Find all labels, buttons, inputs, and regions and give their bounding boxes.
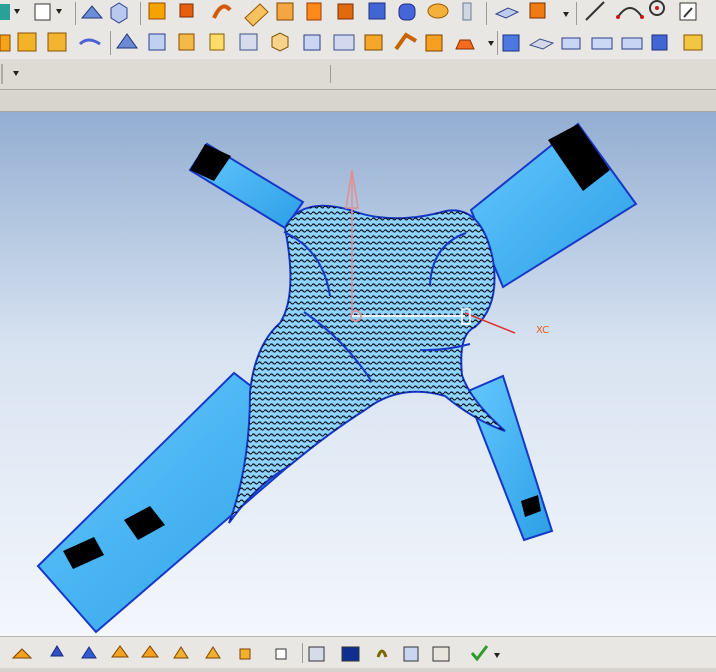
shade-icon[interactable] <box>80 5 104 19</box>
stack-icon[interactable] <box>502 34 520 52</box>
split-face-icon[interactable] <box>455 39 494 50</box>
view-cube-icon[interactable] <box>110 2 128 24</box>
fill-icon[interactable] <box>276 2 294 21</box>
unite-icon[interactable] <box>591 37 613 50</box>
top-toolbar-row-2 <box>0 27 716 60</box>
plate-icon[interactable] <box>494 7 520 19</box>
pattern-face-icon[interactable] <box>651 34 668 51</box>
blend-icon[interactable] <box>0 34 11 52</box>
toolbar-icons-bottom <box>11 643 500 663</box>
move-face-icon[interactable] <box>621 37 643 50</box>
surface-icon[interactable] <box>47 32 67 52</box>
dropdown-icon[interactable] <box>494 653 500 658</box>
offset-region-icon[interactable] <box>683 34 703 51</box>
section-icon[interactable] <box>178 33 195 51</box>
selection-bar-contents <box>1 64 331 84</box>
face-icon[interactable] <box>17 32 37 52</box>
graphics-viewport[interactable]: XC <box>0 112 716 636</box>
sketch-icon[interactable] <box>679 2 697 21</box>
assembly-icon[interactable] <box>239 648 251 660</box>
thicken-icon[interactable] <box>333 34 355 51</box>
view-icon[interactable] <box>376 649 388 658</box>
boundary-icon[interactable] <box>116 33 138 49</box>
pattern-feature-icon[interactable] <box>111 645 129 658</box>
pattern-icon[interactable] <box>529 2 569 19</box>
move-icon[interactable] <box>205 646 221 659</box>
selection-bar <box>0 59 716 90</box>
info-icon[interactable] <box>432 646 450 662</box>
lens-icon[interactable] <box>427 3 449 19</box>
toolbar-icons-row-2 <box>0 31 703 55</box>
boolean-icon[interactable] <box>173 646 189 659</box>
constraint-icon[interactable] <box>275 648 287 660</box>
add-point-icon[interactable] <box>11 648 33 659</box>
spring-icon[interactable] <box>462 2 472 21</box>
transform-icon[interactable] <box>81 646 97 659</box>
sweep-icon[interactable] <box>212 4 232 19</box>
navigator-gap <box>0 90 716 112</box>
top-toolbar-row-1 <box>0 0 716 28</box>
cuboid-icon[interactable] <box>561 37 581 50</box>
check-icon[interactable] <box>470 645 489 662</box>
link-icon[interactable] <box>403 646 419 662</box>
central-hub[interactable] <box>228 204 506 524</box>
extrude-icon[interactable] <box>179 3 194 18</box>
line-icon[interactable] <box>585 1 605 21</box>
offset-icon[interactable] <box>306 2 322 21</box>
mesh-icon[interactable] <box>244 3 269 27</box>
xc-axis-label: XC <box>536 325 549 336</box>
trim-icon[interactable] <box>148 33 166 51</box>
flange-icon[interactable] <box>364 34 383 51</box>
model-surface-scene[interactable]: XC <box>0 112 716 636</box>
circle-icon[interactable] <box>649 0 665 16</box>
chain-icon[interactable] <box>341 646 360 662</box>
upper-right-arm[interactable] <box>469 122 638 289</box>
point-icon[interactable] <box>0 4 20 20</box>
filter-dropdown-icon[interactable] <box>1 64 19 84</box>
ruled-icon[interactable] <box>209 33 225 51</box>
extract-icon[interactable] <box>303 34 321 51</box>
block-icon[interactable] <box>337 3 354 20</box>
box-icon[interactable] <box>148 2 166 20</box>
mirror-icon[interactable] <box>50 645 64 657</box>
book-icon[interactable] <box>271 32 289 52</box>
copy-body-icon[interactable] <box>141 645 159 658</box>
body-icon[interactable] <box>368 2 386 20</box>
frame-icon[interactable] <box>308 646 325 662</box>
lift-icon[interactable] <box>394 32 418 51</box>
bottom-toolbar <box>0 636 716 668</box>
box-body-icon[interactable] <box>528 38 555 50</box>
lower-right-arm[interactable] <box>464 374 554 542</box>
cube-icon[interactable] <box>425 34 443 52</box>
through-curves-icon[interactable] <box>239 33 258 51</box>
arc-icon[interactable] <box>616 7 644 19</box>
datum-plane-icon[interactable] <box>34 3 62 21</box>
fill-icon[interactable] <box>78 38 101 46</box>
toolbar-icons-row-1 <box>0 0 697 27</box>
cylinder-icon[interactable] <box>398 3 416 21</box>
